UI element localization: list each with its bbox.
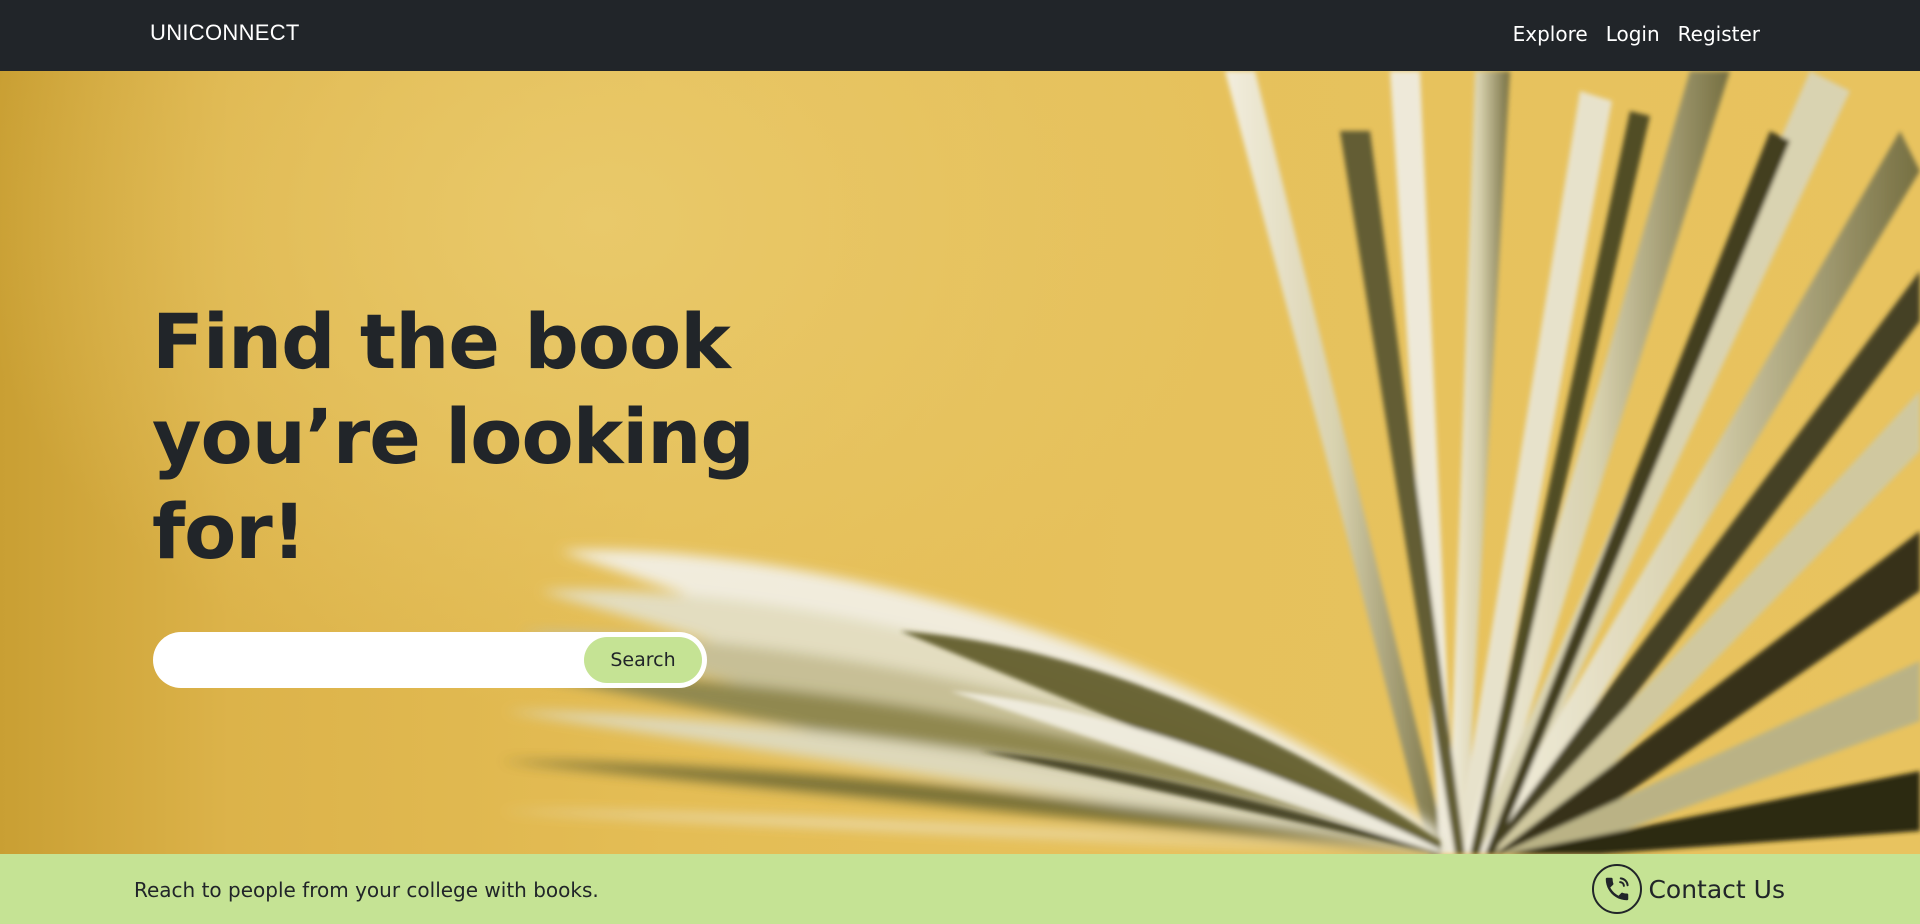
search-bar: Search [153,632,707,688]
footer-bar: Reach to people from your college with b… [0,854,1920,924]
navbar: UNICONNECT Explore Login Register [0,0,1920,71]
contact-us-label: Contact Us [1648,874,1785,904]
search-button[interactable]: Search [584,637,702,683]
headline-line-2: you’re looking [152,392,755,481]
phone-icon [1592,864,1643,914]
nav-link-explore[interactable]: Explore [1513,22,1588,46]
hero-section: Find the book you’re looking for! Search [0,71,1920,854]
search-input[interactable] [167,640,567,680]
brand-logo[interactable]: UNICONNECT [150,20,300,46]
footer-tagline: Reach to people from your college with b… [134,878,599,902]
headline-line-3: for! [152,487,306,576]
nav-links: Explore Login Register [1513,22,1760,46]
headline-line-1: Find the book [152,297,731,386]
hero-headline: Find the book you’re looking for! [152,294,792,579]
nav-link-login[interactable]: Login [1606,22,1660,46]
contact-us-link[interactable]: Contact Us [1592,864,1785,914]
nav-link-register[interactable]: Register [1678,22,1760,46]
